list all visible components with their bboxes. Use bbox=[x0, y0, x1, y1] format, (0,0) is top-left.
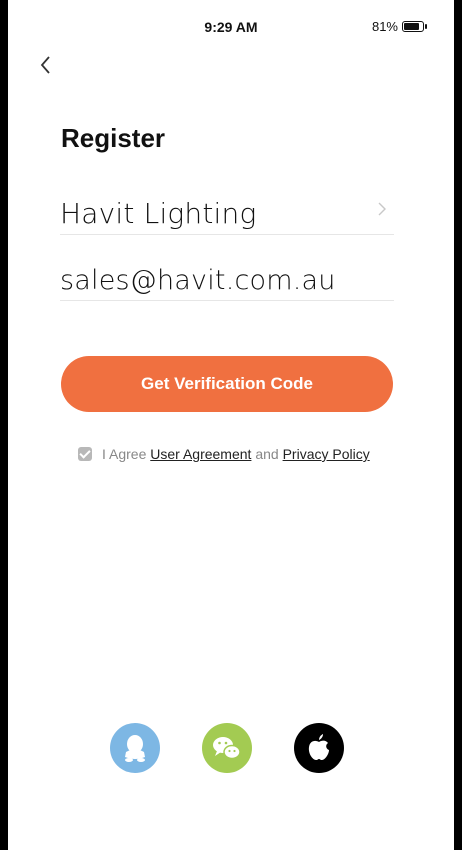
wechat-login-button[interactable] bbox=[202, 723, 252, 773]
agreement-checkbox[interactable] bbox=[78, 447, 92, 461]
battery-percentage: 81% bbox=[371, 19, 398, 34]
apple-icon bbox=[308, 734, 329, 760]
qq-login-button[interactable] bbox=[110, 723, 160, 773]
wechat-icon bbox=[213, 737, 241, 760]
get-verification-code-button[interactable]: Get Verification Code bbox=[61, 356, 393, 412]
status-bar: 9:29 AM 81% bbox=[8, 0, 454, 40]
battery-icon bbox=[402, 21, 427, 32]
chevron-right-icon bbox=[378, 202, 386, 216]
agreement-conjunction: and bbox=[255, 446, 279, 462]
region-selector[interactable]: Havit Lighting bbox=[60, 190, 394, 235]
region-value: Havit Lighting bbox=[60, 197, 257, 230]
battery-status: 81% bbox=[371, 19, 427, 34]
user-agreement-link[interactable]: User Agreement bbox=[150, 446, 251, 462]
email-field[interactable]: sales@havit.com.au bbox=[60, 256, 394, 301]
page-title: Register bbox=[61, 123, 166, 153]
qq-icon bbox=[125, 735, 145, 762]
register-screen: 9:29 AM 81% Register Havit Lighting sale… bbox=[8, 0, 454, 850]
apple-login-button[interactable] bbox=[294, 723, 344, 773]
privacy-policy-link[interactable]: Privacy Policy bbox=[283, 446, 370, 462]
email-value: sales@havit.com.au bbox=[60, 265, 336, 296]
back-button[interactable] bbox=[34, 50, 58, 80]
agreement-prefix: I Agree bbox=[102, 446, 147, 462]
agreement-row: I Agree User Agreement and Privacy Polic… bbox=[78, 446, 370, 462]
chevron-left-icon bbox=[40, 56, 50, 74]
